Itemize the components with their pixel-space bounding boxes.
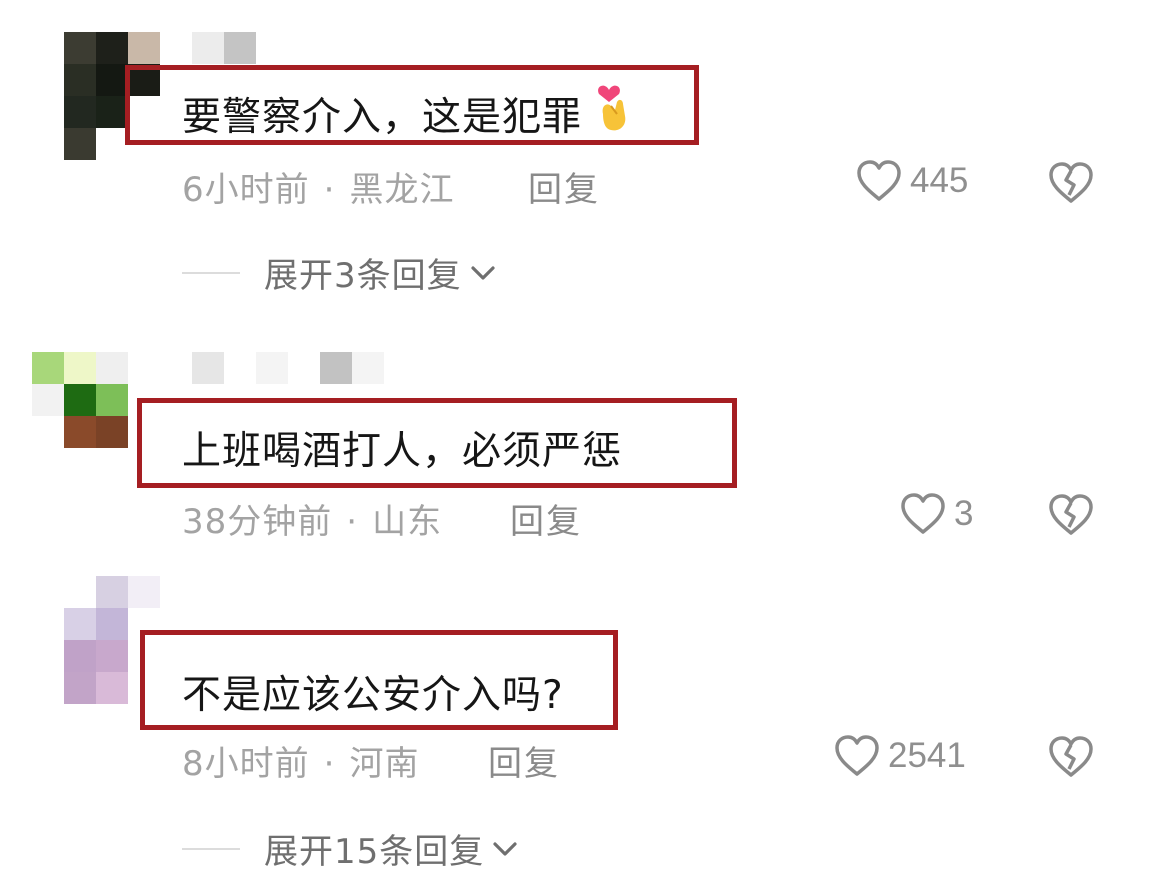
- broken-heart-icon: [1049, 162, 1093, 203]
- like-button[interactable]: 3: [900, 493, 973, 535]
- heart-icon: [857, 160, 901, 201]
- reply-button[interactable]: 回复: [510, 494, 582, 543]
- location: 河南: [349, 744, 420, 784]
- expand-replies[interactable]: 展开3条回复: [182, 248, 496, 297]
- divider: [182, 271, 240, 274]
- like-button[interactable]: 2541: [834, 735, 966, 777]
- like-button[interactable]: 445: [856, 160, 968, 202]
- divider: [182, 847, 240, 850]
- comment-text: 上班喝酒打人，必须严惩: [182, 429, 623, 474]
- comment-text: 要警察介入，这是犯罪: [182, 84, 633, 144]
- comment-item: 上班喝酒打人，必须严惩 38分钟前 · 山东 回复 3: [0, 320, 1152, 550]
- comment-meta: 8小时前 · 河南: [182, 744, 420, 784]
- chevron-down-icon: [471, 265, 495, 280]
- comment-text: 不是应该公安介入吗?: [182, 673, 564, 718]
- timestamp: 8小时前: [182, 744, 310, 784]
- reply-button[interactable]: 回复: [528, 162, 600, 211]
- location: 黑龙江: [349, 170, 455, 210]
- heart-icon: [901, 493, 945, 534]
- comment-item: 不是应该公安介入吗? 8小时前 · 河南 回复 2541 展开15条回复: [0, 576, 1152, 877]
- dislike-button[interactable]: [1048, 494, 1094, 540]
- comment-item: 要警察介入，这是犯罪 6小时前 · 黑龙江 回复 445 展开3条回复: [0, 0, 1152, 320]
- dislike-button[interactable]: [1048, 162, 1094, 208]
- reply-button[interactable]: 回复: [488, 736, 560, 785]
- username[interactable]: [192, 352, 384, 384]
- comment-meta: 38分钟前 · 山东: [182, 502, 443, 542]
- expand-replies[interactable]: 展开15条回复: [182, 824, 518, 873]
- chevron-down-icon: [493, 841, 517, 856]
- location: 山东: [372, 502, 443, 542]
- like-count: 445: [910, 161, 969, 200]
- comment-meta: 6小时前 · 黑龙江: [182, 170, 455, 210]
- expand-replies-label: 展开3条回复: [264, 256, 462, 296]
- dislike-button[interactable]: [1048, 736, 1094, 782]
- broken-heart-icon: [1049, 736, 1093, 777]
- like-count: 2541: [888, 736, 966, 775]
- username[interactable]: [192, 32, 256, 64]
- timestamp: 38分钟前: [182, 502, 333, 542]
- timestamp: 6小时前: [182, 170, 310, 210]
- finger-heart-icon: [595, 84, 633, 144]
- like-count: 3: [954, 494, 974, 533]
- heart-icon: [835, 735, 879, 776]
- expand-replies-label: 展开15条回复: [264, 832, 485, 872]
- broken-heart-icon: [1049, 494, 1093, 535]
